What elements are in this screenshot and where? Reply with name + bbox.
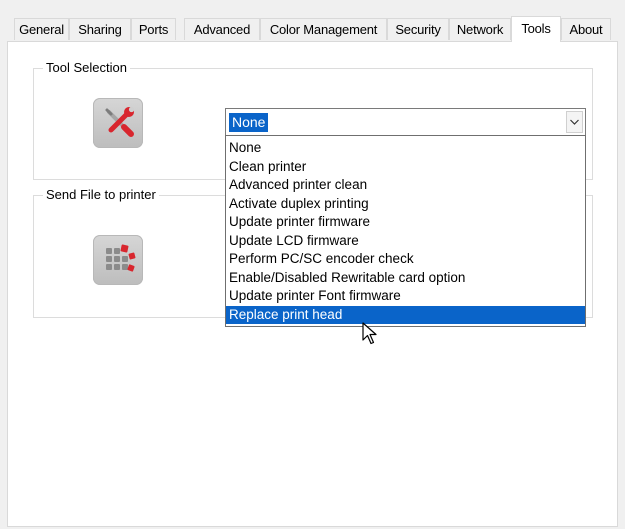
- tab-network[interactable]: Network: [449, 18, 511, 40]
- option-perform-pcsc-encoder-check[interactable]: Perform PC/SC encoder check: [226, 250, 585, 269]
- combo-selected-value: None: [229, 113, 269, 132]
- tab-tools[interactable]: Tools: [511, 16, 561, 42]
- option-clean-printer[interactable]: Clean printer: [226, 158, 585, 177]
- wrench-screwdriver-icon: [93, 98, 143, 148]
- tab-ports[interactable]: Ports: [131, 18, 176, 40]
- send-file-label: Send File to printer: [43, 187, 159, 203]
- option-update-printer-firmware[interactable]: Update printer firmware: [226, 213, 585, 232]
- option-none[interactable]: None: [226, 139, 585, 158]
- mouse-cursor-icon: [362, 322, 377, 345]
- option-advanced-printer-clean[interactable]: Advanced printer clean: [226, 176, 585, 195]
- tab-strip: General Sharing Ports Advanced Color Man…: [14, 16, 620, 42]
- dropdown-toggle-button[interactable]: [566, 111, 583, 133]
- option-update-printer-font-firmware[interactable]: Update printer Font firmware: [226, 287, 585, 306]
- option-activate-duplex-printing[interactable]: Activate duplex printing: [226, 195, 585, 214]
- send-file-grid-icon: [93, 235, 143, 285]
- tab-color-management[interactable]: Color Management: [260, 18, 387, 40]
- tool-selection-label: Tool Selection: [43, 60, 130, 76]
- tab-advanced[interactable]: Advanced: [184, 18, 260, 40]
- tool-selection-combobox[interactable]: None: [225, 108, 586, 136]
- tab-about[interactable]: About: [561, 18, 611, 40]
- option-enable-disable-rewritable-card[interactable]: Enable/Disabled Rewritable card option: [226, 269, 585, 288]
- tab-general[interactable]: General: [14, 18, 69, 40]
- chevron-down-icon: [570, 119, 579, 125]
- tab-security[interactable]: Security: [387, 18, 449, 40]
- option-replace-print-head[interactable]: Replace print head: [226, 305, 585, 324]
- tool-selection-dropdown-list: None Clean printer Advanced printer clea…: [225, 135, 586, 327]
- tools-tab-panel: Tool Selection Send File to printer None…: [7, 41, 618, 527]
- tab-sharing[interactable]: Sharing: [69, 18, 131, 40]
- option-update-lcd-firmware[interactable]: Update LCD firmware: [226, 232, 585, 251]
